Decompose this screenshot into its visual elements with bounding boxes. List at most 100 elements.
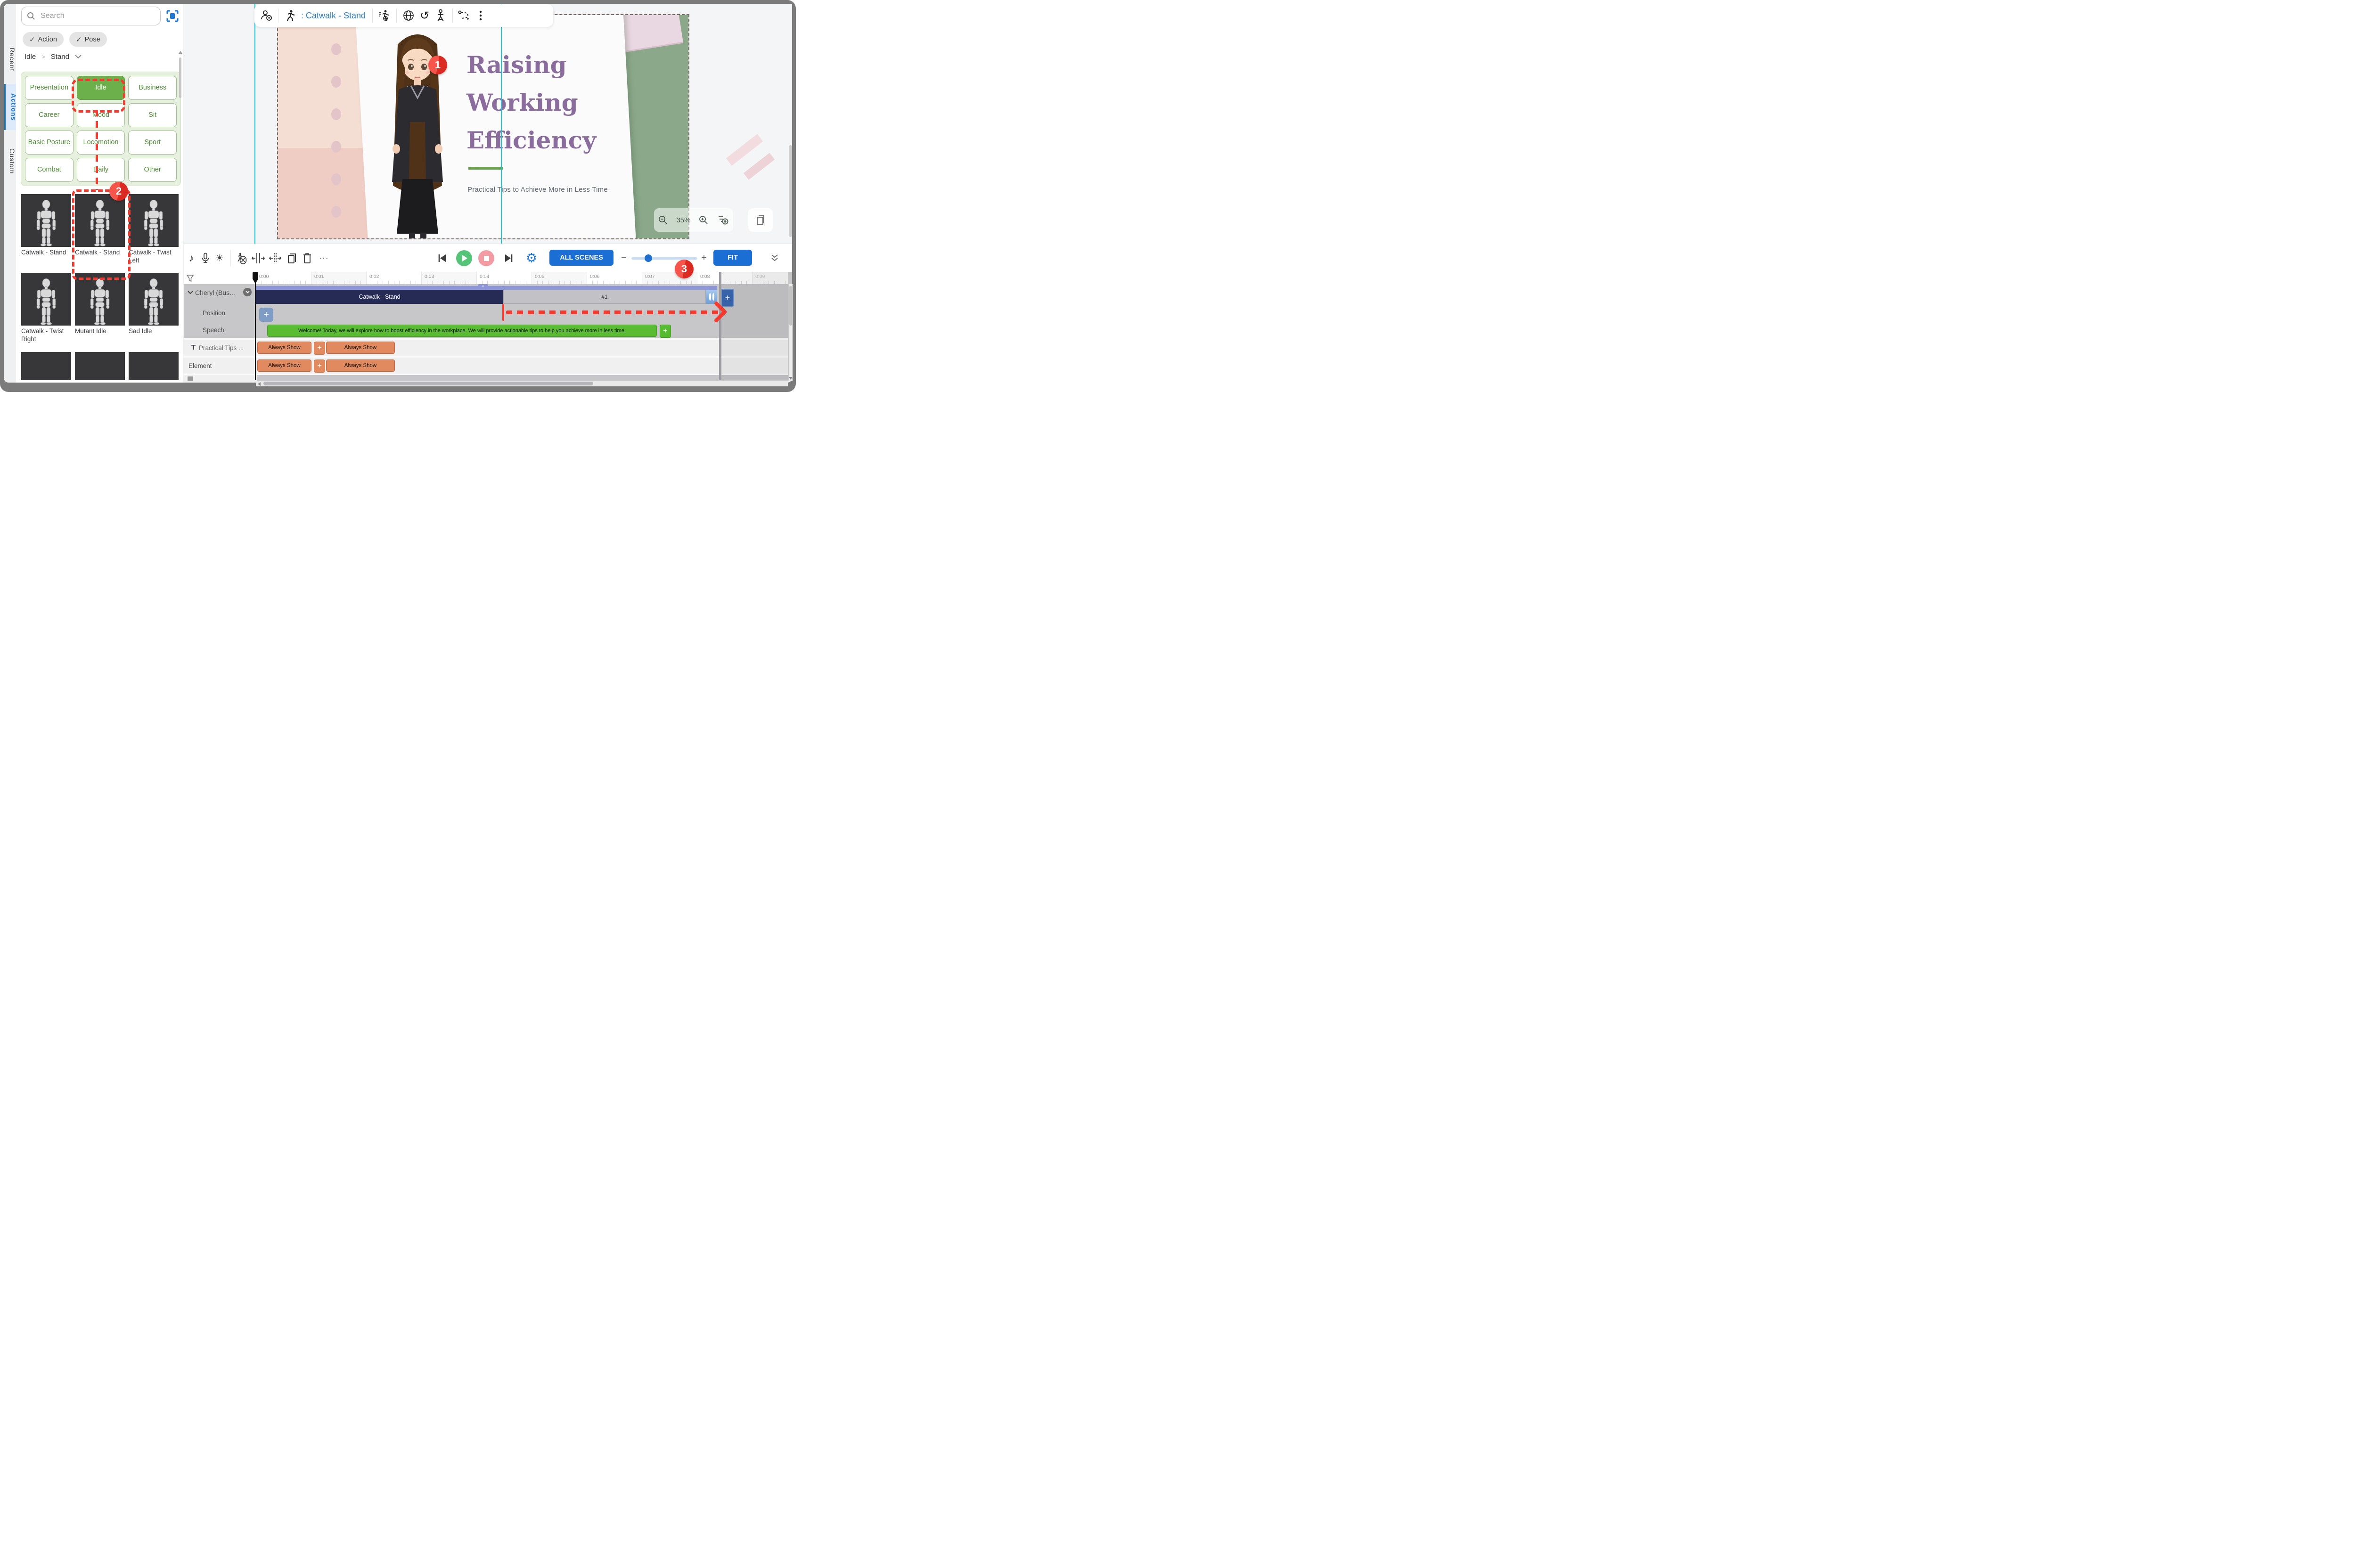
search-input[interactable] [40,11,136,21]
cut-action-icon[interactable] [236,252,248,264]
add-text-block-button[interactable]: + [314,342,325,355]
filter-chip-action[interactable]: ✓Action [23,32,64,47]
category-daily[interactable]: Daily [77,158,125,182]
category-locomotion[interactable]: Locomotion [77,131,125,155]
pose-thumbnail[interactable]: Sad Idle [129,273,179,349]
track-label-tips[interactable]: Practical Tips ... [199,344,244,351]
always-show-block[interactable]: Always Show [257,342,311,354]
skip-end-icon[interactable] [504,253,514,263]
zoom-slider-minus[interactable]: − [621,253,627,264]
preview-speed-icon[interactable] [717,215,729,225]
animation-block-catwalk[interactable]: Catwalk - Stand [256,290,503,304]
slide-subtitle[interactable]: Practical Tips to Achieve More in Less T… [467,186,628,194]
track-label-speech[interactable]: Speech [203,327,224,334]
timeline-settings-gear-icon[interactable]: ⚙ [526,251,537,266]
all-scenes-button[interactable]: ALL SCENES [549,250,614,266]
panel-scrollbar[interactable] [179,51,182,381]
pose-thumbnail[interactable]: Catwalk - Twist Right [21,273,71,349]
character-collapse-badge[interactable] [243,288,252,296]
add-element-block-button[interactable]: + [314,359,325,373]
track-label-position[interactable]: Position [203,310,225,317]
skip-start-icon[interactable] [437,253,447,263]
pose-thumbnail-image[interactable] [21,273,71,326]
sidebar-tab-custom[interactable]: Custom [4,139,16,183]
play-button[interactable] [456,250,472,266]
split-clip-icon[interactable] [269,252,282,264]
always-show-block[interactable]: Always Show [257,359,311,372]
pose-thumbnail[interactable]: Catwalk - Stand [21,194,71,270]
filter-funnel-icon[interactable] [187,275,194,282]
chevron-down-icon[interactable] [75,55,82,59]
block-resize-handle[interactable] [706,290,717,304]
track-label-element[interactable]: Element [188,362,212,369]
search-box[interactable] [21,7,161,25]
stop-button[interactable] [478,250,494,266]
chevron-down-icon[interactable] [188,291,193,294]
timeline-zoom-slider[interactable] [631,257,697,260]
timeline-ruler[interactable]: 0:000:010:020:030:040:050:060:070:080:09 [256,272,788,284]
rotate-3d-icon[interactable] [401,9,417,22]
timeline-vscrollbar[interactable] [789,284,793,381]
motion-path-icon[interactable] [457,10,473,21]
duplicate-scene-button[interactable] [748,208,773,232]
category-business[interactable]: Business [128,76,177,100]
action-settings-icon[interactable] [376,9,393,22]
pose-thumbnail[interactable]: Catwalk - Twist Left [129,194,179,270]
breadcrumb-category[interactable]: Idle [25,53,36,61]
animation-block-1[interactable]: #1 [503,290,706,304]
music-icon[interactable]: ♪ [189,252,194,264]
pose-thumbnail-image[interactable] [21,194,71,247]
pose-thumbnail-image[interactable] [75,273,125,326]
zoom-in-icon[interactable] [698,215,709,225]
pose-icon[interactable] [433,9,449,22]
trash-icon[interactable] [303,253,312,264]
zoom-slider-plus[interactable]: + [701,253,707,264]
pose-thumbnail-partial[interactable] [129,352,179,380]
split-left-icon[interactable] [252,252,265,264]
category-basic-posture[interactable]: Basic Posture [25,131,74,155]
category-other[interactable]: Other [128,158,177,182]
rotate-reset-icon[interactable]: ↺ [417,9,433,23]
playhead-line[interactable] [255,272,256,380]
stage-canvas[interactable]: Raising Working Efficiency Practical Tip… [184,4,792,244]
sidebar-tab-actions[interactable]: Actions [4,84,17,130]
pose-thumbnail-partial[interactable] [21,352,71,380]
scene-strip-add-tab[interactable]: + [478,284,488,290]
current-action-label[interactable]: : Catwalk - Stand [301,11,366,21]
pose-thumbnail[interactable]: Mutant Idle [75,273,125,349]
copy-icon[interactable] [287,252,297,264]
character-icon[interactable] [258,9,274,22]
sidebar-tab-recent[interactable]: Recent [4,41,16,77]
pose-thumbnail-image[interactable] [129,273,179,326]
slide-title[interactable]: Raising Working Efficiency [466,46,627,159]
category-career[interactable]: Career [25,103,74,127]
canvas-scrollbar[interactable] [789,145,792,237]
scene-frame[interactable]: Raising Working Efficiency Practical Tip… [277,14,689,239]
add-speech-button[interactable]: + [660,325,671,338]
speech-block[interactable]: Welcome! Today, we will explore how to b… [267,325,657,337]
category-combat[interactable]: Combat [25,158,74,182]
track-label-character[interactable]: Cheryl (Bus... [195,289,235,296]
filter-chip-pose[interactable]: ✓Pose [69,32,107,47]
add-position-button[interactable]: + [259,308,273,322]
always-show-block[interactable]: Always Show [326,359,395,372]
zoom-out-icon[interactable] [658,215,668,225]
zoom-level[interactable]: 35% [676,216,690,224]
scroll-down-arrow-icon[interactable] [789,377,793,380]
pose-thumbnail-image[interactable] [129,194,179,247]
breadcrumb-sub[interactable]: Stand [51,53,69,61]
category-sit[interactable]: Sit [128,103,177,127]
category-sport[interactable]: Sport [128,131,177,155]
category-mood[interactable]: Mood [77,103,125,127]
collapse-timeline-icon[interactable] [770,254,779,262]
focus-selection-icon[interactable] [166,9,179,23]
category-presentation[interactable]: Presentation [25,76,74,100]
microphone-icon[interactable] [201,253,210,264]
more-options-icon[interactable] [473,10,489,21]
pose-thumbnail-image[interactable] [75,194,125,247]
timeline-hscrollbar[interactable] [256,381,788,386]
pose-thumbnail-partial[interactable] [75,352,125,380]
avatar-character[interactable] [370,25,465,239]
slider-handle[interactable] [645,254,652,262]
more-actions-icon[interactable]: ⋯ [319,253,329,264]
